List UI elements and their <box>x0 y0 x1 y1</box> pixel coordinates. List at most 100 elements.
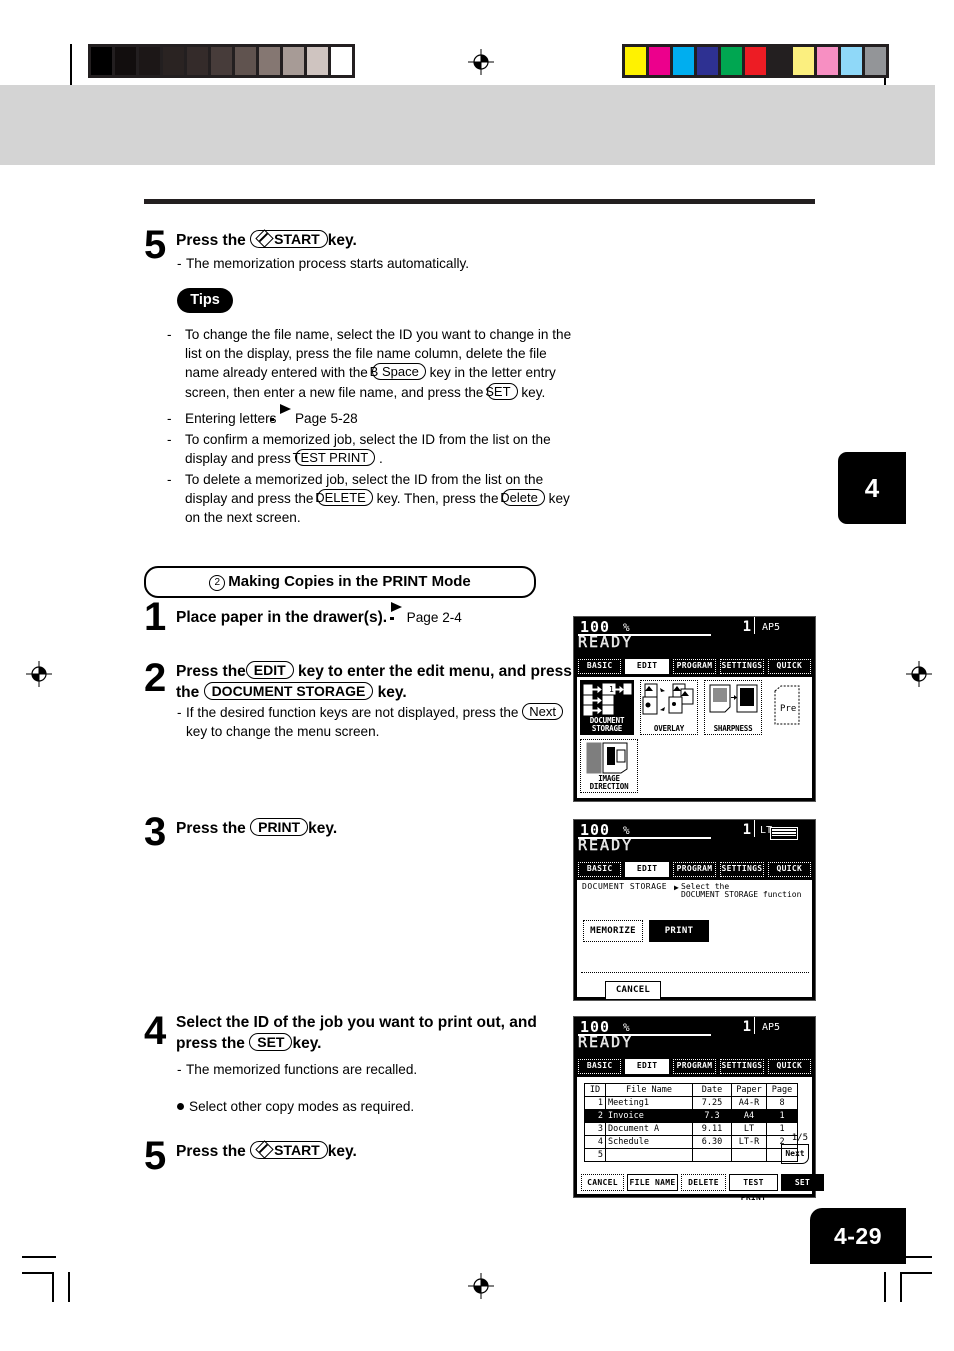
tab-quick[interactable]: QUICK <box>767 659 812 674</box>
tab-quick[interactable]: QUICK <box>767 862 812 877</box>
cell-id: 3 <box>584 1122 606 1136</box>
memorize-button[interactable]: MEMORIZE <box>583 920 643 942</box>
lcd-tab-row[interactable]: BASIC EDIT PROGRAM SETTINGS QUICK <box>574 1059 815 1074</box>
step-number: 1 <box>144 595 166 639</box>
column-header-id: ID <box>584 1083 606 1097</box>
file-name-button[interactable]: FILE NAME <box>627 1174 678 1191</box>
tab-basic[interactable]: BASIC <box>578 862 622 877</box>
function-key-document-storage[interactable]: 1 2 3 DOCUMENT STORAGE <box>580 680 634 735</box>
paper-size-indicator: AP5 <box>762 1022 781 1033</box>
function-key-label: SHARPNESS <box>713 724 753 733</box>
tab-edit[interactable]: EDIT <box>625 1059 669 1074</box>
job-list-table[interactable]: ID File Name Date Paper Page 1 Meeting1 7.… <box>584 1083 798 1162</box>
tip-text: . <box>378 451 383 466</box>
lcd-status-bar: 100 % 1 READY AP5 <box>574 1017 815 1059</box>
gray-patch-10 <box>331 47 352 75</box>
start-key-pill[interactable]: START <box>250 229 328 248</box>
start-key-label: START <box>274 1142 320 1158</box>
key-pill-set[interactable]: SET <box>485 382 518 400</box>
section-heading: 2 Making Copies in the PRINT Mode <box>144 566 536 598</box>
ready-text: READY <box>578 1033 634 1051</box>
step2-note: - If the desired function keys are not di… <box>177 703 573 741</box>
cancel-button[interactable]: CANCEL <box>581 1174 624 1191</box>
tab-basic[interactable]: BASIC <box>578 1059 622 1074</box>
next-key-pill[interactable]: Next <box>522 703 563 720</box>
tab-program[interactable]: PROGRAM <box>672 862 717 877</box>
tips-list: - To change the file name, select the ID … <box>167 326 574 529</box>
prompt-line-2: DOCUMENT STORAGE function <box>681 890 802 899</box>
table-row[interactable]: 2 Invoice 7.3 A4 1 <box>584 1109 798 1123</box>
document-storage-key-pill[interactable]: DOCUMENT STORAGE <box>203 682 374 700</box>
lcd-status-bar: 100 % 1 READY AP5 <box>574 617 815 659</box>
next-page-button[interactable]: Next <box>781 1144 809 1164</box>
sharpness-icon <box>709 684 758 713</box>
crop-mark-bottom-right-v2 <box>900 1272 902 1302</box>
key-pill-delete[interactable]: DELETE <box>315 489 373 506</box>
set-key-pill[interactable]: SET <box>249 1033 293 1051</box>
lcd-panel-job-list[interactable]: 100 % 1 READY AP5 BASIC EDIT PROGRAM SET… <box>573 1016 824 1202</box>
tab-program[interactable]: PROGRAM <box>672 1059 717 1074</box>
step2-title-b: key to enter the edit menu, and press <box>298 663 572 680</box>
registration-mark-bottom <box>468 1273 494 1299</box>
table-row[interactable]: 4 Schedule 6.30 LT-R 2 <box>584 1135 798 1149</box>
tip-item: - To delete a memorized job, select the I… <box>167 471 574 528</box>
print-key-pill[interactable]: PRINT <box>250 818 309 836</box>
function-key-overlay[interactable]: OVERLAY <box>640 680 698 735</box>
step-number: 5 <box>144 223 166 267</box>
test-print-button[interactable]: TEST PRINT <box>729 1174 778 1202</box>
start-key-pill[interactable]: START <box>250 1140 328 1159</box>
cell-paper: A4 <box>731 1109 767 1123</box>
lcd-panel-document-storage-select[interactable]: 100 % 1 READY LT BASIC EDIT PROGRAM SETT… <box>573 819 816 1001</box>
color-patch-9 <box>841 47 865 75</box>
key-pill-test-print[interactable]: TEST PRINT <box>293 449 376 466</box>
print-button[interactable]: PRINT <box>649 920 709 942</box>
step3-title-post: key. <box>308 820 338 837</box>
tab-quick[interactable]: QUICK <box>767 1059 812 1074</box>
function-key-image-direction[interactable]: IMAGE DIRECTION <box>580 739 638 793</box>
ready-text: READY <box>578 633 634 651</box>
cell-id: 2 <box>584 1109 606 1123</box>
table-row[interactable]: 5 <box>584 1148 798 1162</box>
cell-paper: LT <box>731 1122 767 1136</box>
cell-page: 8 <box>766 1096 798 1110</box>
lcd-content-area[interactable]: DOCUMENT STORAGE ▶ Select the DOCUMENT S… <box>577 880 812 1000</box>
dash-marker: - <box>167 431 172 447</box>
tab-settings[interactable]: SETTINGS <box>720 862 764 877</box>
cancel-button[interactable]: CANCEL <box>605 981 661 1000</box>
lcd-tab-row[interactable]: BASIC EDIT PROGRAM SETTINGS QUICK <box>574 659 815 674</box>
page-peek-indicator: Pre <box>773 685 801 725</box>
edit-key-pill[interactable]: EDIT <box>245 661 294 679</box>
key-pill-delete[interactable]: Delete <box>500 489 545 506</box>
tab-edit[interactable]: EDIT <box>625 862 669 877</box>
column-header-page: Page <box>766 1083 798 1097</box>
lcd-panel-edit-menu[interactable]: 100 % 1 READY AP5 BASIC EDIT PROGRAM SET… <box>573 616 816 802</box>
grayscale-step-wedge <box>88 44 355 78</box>
delete-button[interactable]: DELETE <box>681 1174 726 1191</box>
crop-mark-bottom-left-h1 <box>22 1256 56 1258</box>
tab-edit[interactable]: EDIT <box>625 659 669 674</box>
key-pill-b-space[interactable]: B Space <box>370 363 426 380</box>
page-indicator: 1/5 <box>791 1133 808 1143</box>
function-key-label: OVERLAY <box>653 724 685 733</box>
table-row[interactable]: 1 Meeting1 7.25 A4-R 8 <box>584 1096 798 1110</box>
column-header-file-name: File Name <box>605 1083 693 1097</box>
cell-page: 1 <box>766 1109 798 1123</box>
status-divider <box>754 1017 755 1034</box>
tab-basic[interactable]: BASIC <box>578 659 622 674</box>
gray-patch-9 <box>307 47 331 75</box>
tab-settings[interactable]: SETTINGS <box>720 659 764 674</box>
cell-id: 1 <box>584 1096 606 1110</box>
tab-program[interactable]: PROGRAM <box>672 659 717 674</box>
table-row[interactable]: 3 Document A 9.11 LT 1 <box>584 1122 798 1136</box>
lcd-tab-row[interactable]: BASIC EDIT PROGRAM SETTINGS QUICK <box>574 862 815 877</box>
step5b-title-pre: Press the <box>176 1143 246 1160</box>
function-key-sharpness[interactable]: SHARPNESS <box>704 680 762 735</box>
header-gray-band <box>0 85 935 165</box>
registration-mark-right <box>906 661 932 687</box>
color-patch-1 <box>649 47 673 75</box>
tab-settings[interactable]: SETTINGS <box>720 1059 764 1074</box>
lcd-function-key-area[interactable]: 1 2 3 DOCUMENT STORAGE OVERLAY SHARPNESS… <box>577 677 812 798</box>
bottom-button-row[interactable]: CANCEL FILE NAME DELETE TEST PRINT SET <box>581 1174 824 1202</box>
set-button[interactable]: SET <box>781 1174 824 1191</box>
lcd-content-area[interactable]: ID File Name Date Paper Page 1 Meeting1 7.… <box>577 1077 824 1202</box>
